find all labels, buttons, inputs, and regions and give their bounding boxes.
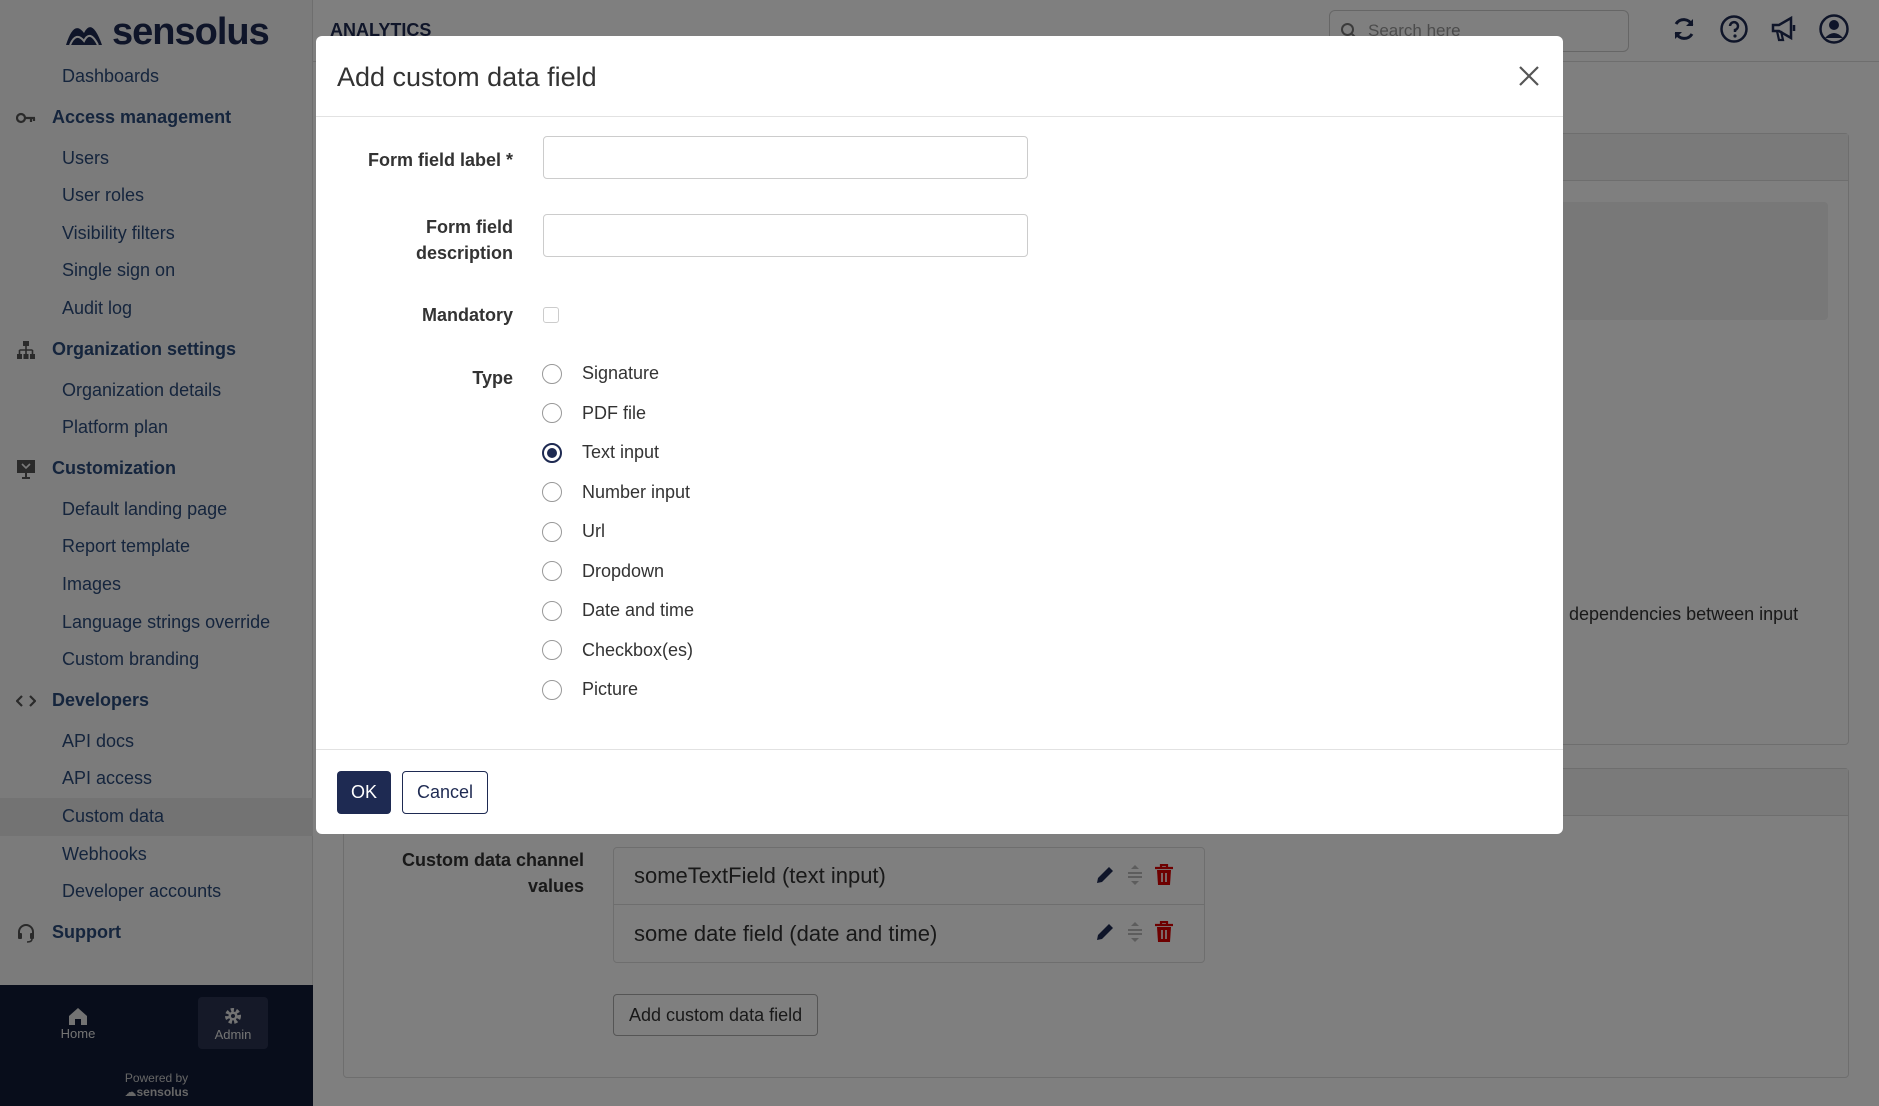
close-icon	[1519, 66, 1539, 86]
modal-header: Add custom data field	[316, 36, 1563, 117]
ok-button[interactable]: OK	[337, 771, 392, 814]
radio-label: Text input	[582, 442, 660, 463]
radio-label: PDF file	[582, 402, 647, 423]
radio-button[interactable]	[542, 561, 562, 582]
radio-label: Date and time	[582, 600, 695, 621]
type-radio-group: Signature PDF file Text input Number inp…	[542, 354, 694, 710]
radio-label: Number input	[582, 481, 691, 502]
type-option-number-input[interactable]: Number input	[542, 473, 694, 513]
radio-button[interactable]	[542, 482, 562, 503]
modal-title: Add custom data field	[337, 62, 597, 92]
type-option-checkboxes[interactable]: Checkbox(es)	[542, 631, 694, 671]
form-field-description-input[interactable]	[543, 214, 1028, 257]
form-field-label-input[interactable]	[543, 136, 1028, 179]
radio-label: Signature	[582, 363, 660, 384]
radio-button[interactable]	[542, 640, 562, 661]
radio-button[interactable]	[542, 600, 562, 621]
radio-button-selected[interactable]	[542, 442, 562, 463]
cancel-button[interactable]: Cancel	[402, 771, 489, 814]
mandatory-checkbox[interactable]	[543, 307, 559, 323]
mandatory-label: Mandatory	[421, 305, 513, 325]
radio-label: Url	[582, 521, 605, 542]
radio-button[interactable]	[542, 363, 562, 384]
radio-label: Dropdown	[582, 560, 665, 581]
radio-button[interactable]	[542, 679, 562, 700]
type-option-signature[interactable]: Signature	[542, 354, 694, 394]
modal-footer: OK Cancel	[316, 749, 1563, 834]
form-field-description-label: Form field description	[415, 217, 513, 263]
type-option-picture[interactable]: Picture	[542, 670, 694, 710]
type-option-date-and-time[interactable]: Date and time	[542, 591, 694, 631]
radio-button[interactable]	[542, 521, 562, 542]
close-button[interactable]	[1515, 62, 1543, 90]
type-option-dropdown[interactable]: Dropdown	[542, 552, 694, 592]
add-custom-data-field-dialog: Add custom data field Form field label *…	[316, 36, 1563, 834]
type-option-pdf-file[interactable]: PDF file	[542, 394, 694, 434]
type-option-url[interactable]: Url	[542, 512, 694, 552]
form-field-label-label: Form field label *	[367, 150, 513, 170]
type-option-text-input[interactable]: Text input	[542, 433, 694, 473]
radio-label: Picture	[582, 679, 639, 700]
radio-button[interactable]	[542, 403, 562, 424]
type-label: Type	[472, 368, 513, 388]
radio-label: Checkbox(es)	[582, 639, 694, 660]
